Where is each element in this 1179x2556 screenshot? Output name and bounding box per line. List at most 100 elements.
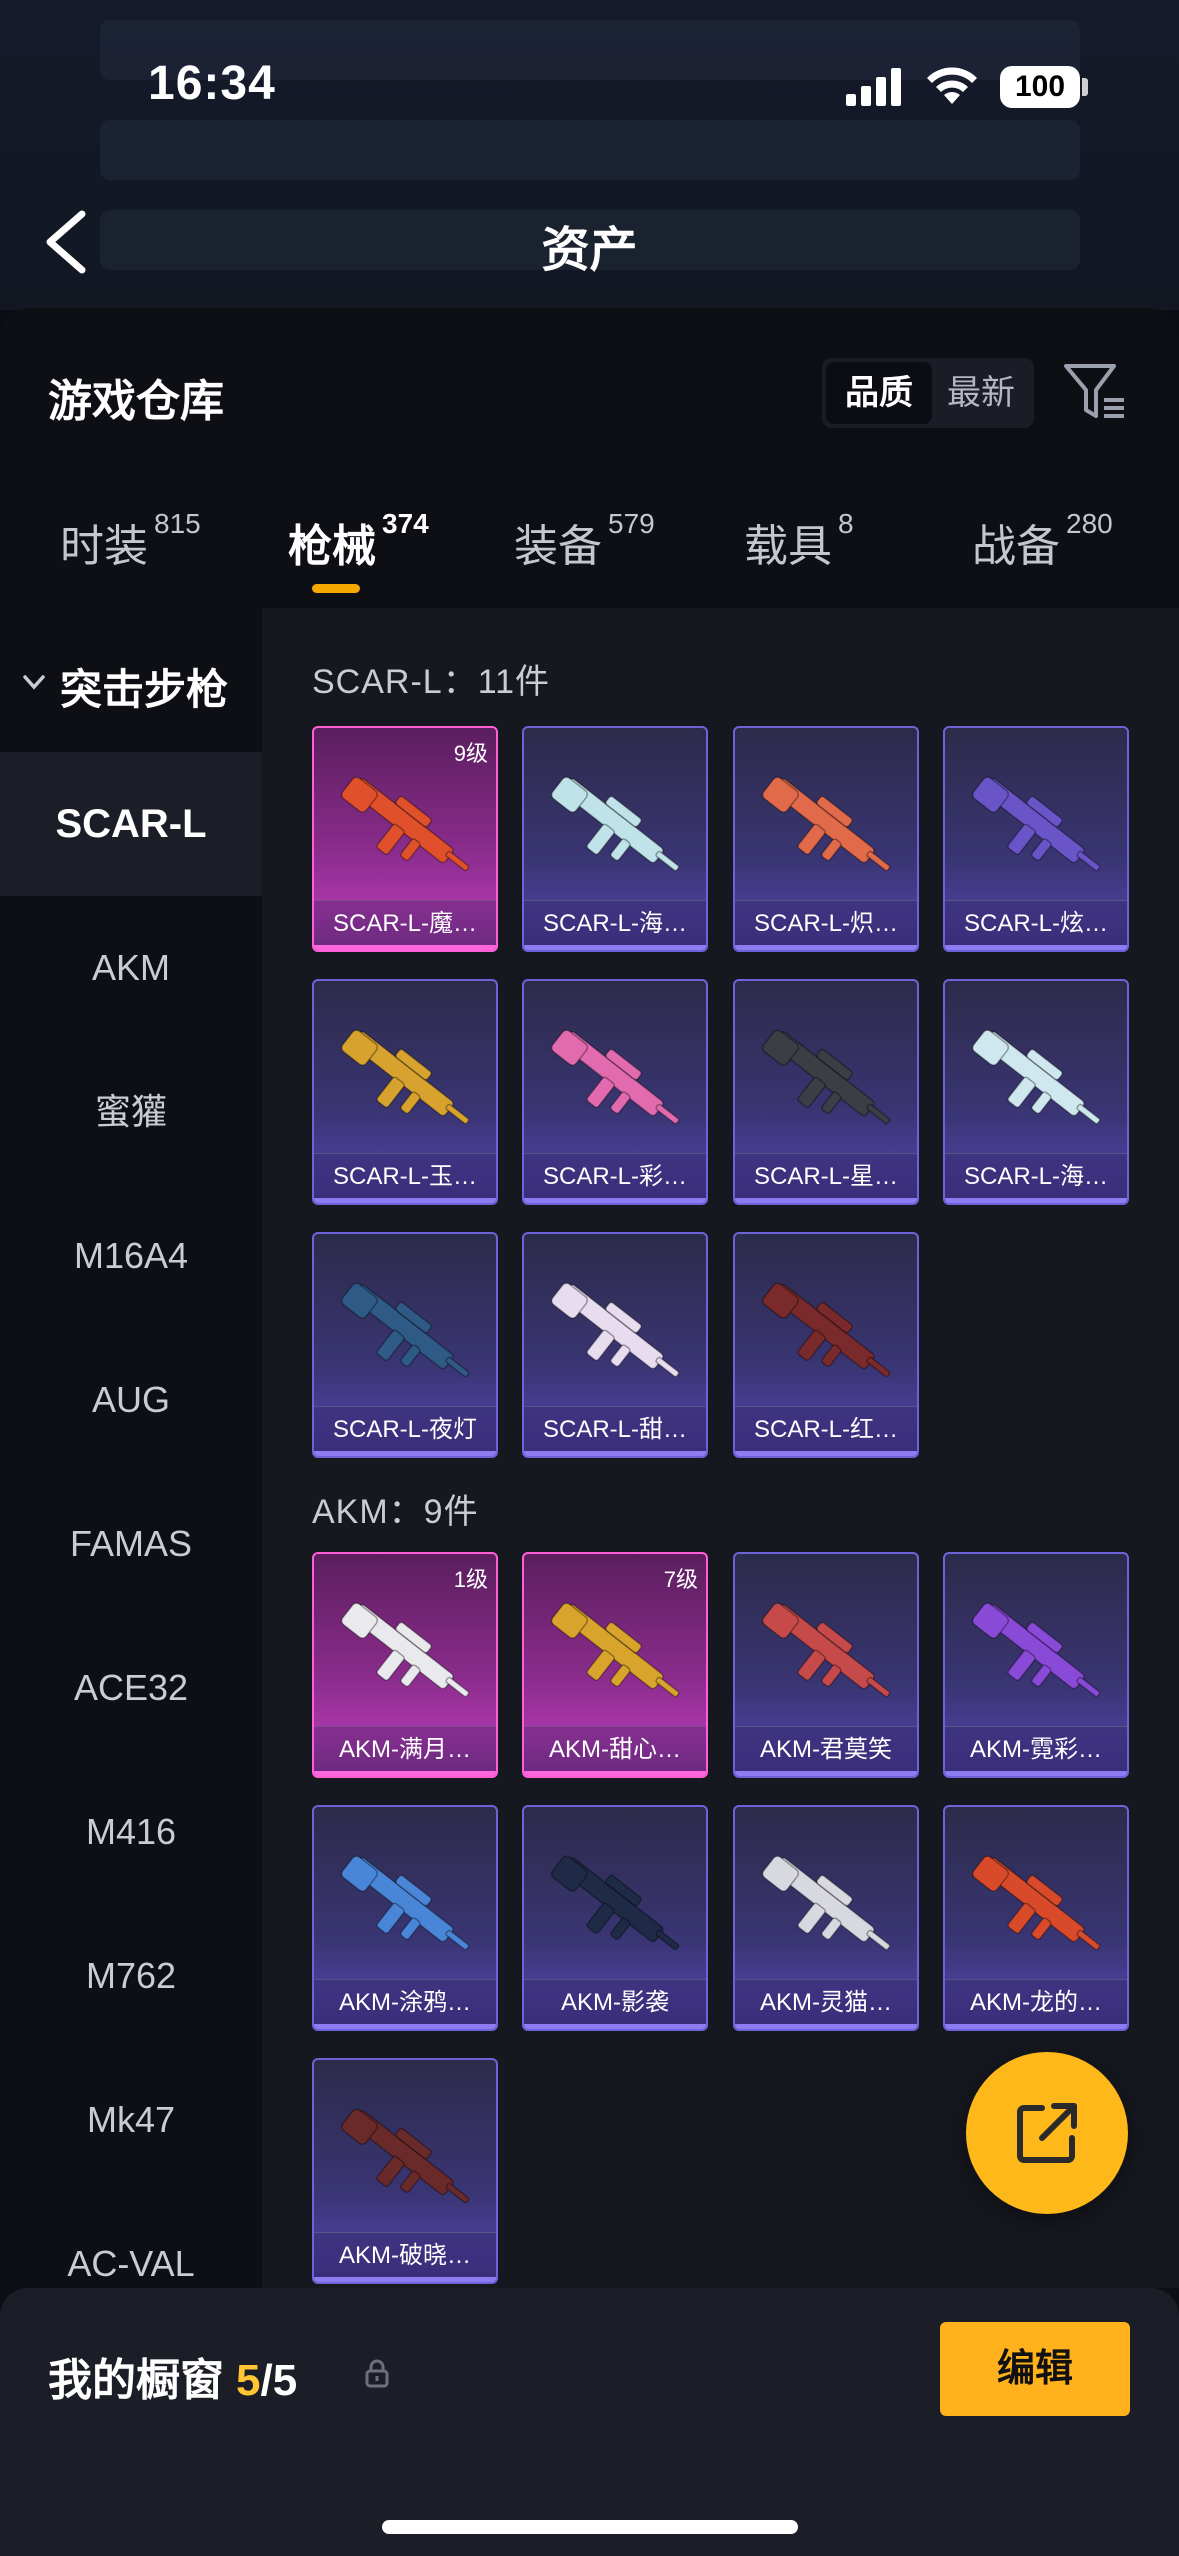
- rarity-bar: [524, 1451, 706, 1456]
- skin-name: SCAR-L-甜…: [524, 1406, 706, 1456]
- tab-count: 8: [838, 508, 854, 539]
- rarity-bar: [735, 1451, 917, 1456]
- rail-item-akm[interactable]: AKM: [0, 896, 262, 1040]
- active-tab-indicator: [312, 584, 360, 593]
- rifle-skin-icon: [340, 1855, 470, 1951]
- skin-name: SCAR-L-星…: [735, 1153, 917, 1203]
- skin-name: AKM-灵猫…: [735, 1979, 917, 2029]
- weapon-skin-card[interactable]: 9级 SCAR-L-魔…: [312, 726, 498, 952]
- rarity-bar: [524, 1198, 706, 1203]
- rifle-skin-icon: [340, 1282, 470, 1378]
- tab-supplies[interactable]: 战备 280: [972, 508, 1113, 574]
- skin-name: AKM-涂鸦…: [314, 1979, 496, 2029]
- weapon-skin-card[interactable]: SCAR-L-海…: [522, 726, 708, 952]
- skin-name: SCAR-L-炫…: [945, 900, 1127, 950]
- showcase-label: 我的橱窗: [48, 2356, 224, 2405]
- tab-equipment[interactable]: 装备 579: [514, 508, 655, 574]
- weapon-skin-card[interactable]: 1级 AKM-满月…: [312, 1552, 498, 1778]
- chevron-down-icon: [23, 675, 45, 690]
- skin-name: SCAR-L-魔…: [314, 900, 496, 950]
- rail-item-honey-badger[interactable]: 蜜獾: [0, 1040, 262, 1184]
- rarity-bar: [945, 1771, 1127, 1776]
- tab-fashion[interactable]: 时装 815: [60, 508, 201, 574]
- tab-vehicles[interactable]: 载具 8: [744, 508, 854, 574]
- rifle-skin-icon: [971, 1029, 1101, 1125]
- tab-count: 815: [154, 508, 201, 539]
- sort-toggle: 品质 最新: [822, 358, 1034, 428]
- showcase-bar: 我的橱窗 5/5 编辑: [0, 2288, 1179, 2556]
- rarity-bar: [735, 2024, 917, 2029]
- rarity-bar: [314, 2277, 496, 2282]
- rarity-bar: [945, 1198, 1127, 1203]
- skin-name: SCAR-L-红…: [735, 1406, 917, 1456]
- battery-indicator: 100: [1000, 66, 1080, 108]
- rifle-skin-icon: [761, 776, 891, 872]
- tab-label: 枪械: [288, 522, 376, 571]
- rail-item-scar-l[interactable]: SCAR-L: [0, 752, 262, 896]
- skin-name: AKM-影袭: [524, 1979, 706, 2029]
- wifi-icon: [927, 67, 977, 104]
- showcase-total-count: /5: [260, 2356, 298, 2405]
- rarity-bar: [945, 945, 1127, 950]
- weapon-skin-card[interactable]: SCAR-L-彩…: [522, 979, 708, 1205]
- weapon-skin-card[interactable]: AKM-破晓…: [312, 2058, 498, 2284]
- rifle-skin-icon: [971, 776, 1101, 872]
- rarity-bar: [314, 1771, 496, 1776]
- rifle-skin-icon: [550, 1282, 680, 1378]
- rail-group-assault-rifles[interactable]: 突击步枪: [0, 608, 262, 752]
- rifle-skin-icon: [340, 1029, 470, 1125]
- edit-showcase-button[interactable]: 编辑: [940, 2322, 1130, 2416]
- rarity-bar: [735, 1771, 917, 1776]
- weapon-skin-grid: SCAR-L：11件 9级 SCAR-L-魔… SCAR-L-海… SCAR-L-炽……: [262, 608, 1179, 2288]
- share-button[interactable]: [966, 2052, 1128, 2214]
- rarity-bar: [524, 2024, 706, 2029]
- skin-name: SCAR-L-夜灯: [314, 1406, 496, 1456]
- weapon-skin-card[interactable]: SCAR-L-海…: [943, 979, 1129, 1205]
- rifle-skin-icon: [340, 1602, 470, 1698]
- weapon-skin-card[interactable]: SCAR-L-炽…: [733, 726, 919, 952]
- rarity-bar: [524, 1771, 706, 1776]
- rail-group-label: 突击步枪: [60, 666, 229, 713]
- sort-quality-button[interactable]: 品质: [826, 362, 932, 424]
- showcase-used-count: 5: [236, 2356, 261, 2405]
- rail-item-m16a4[interactable]: M16A4: [0, 1184, 262, 1328]
- rail-item-aug[interactable]: AUG: [0, 1328, 262, 1472]
- weapon-skin-card[interactable]: AKM-涂鸦…: [312, 1805, 498, 2031]
- tab-label: 时装: [60, 522, 148, 571]
- rail-item-famas[interactable]: FAMAS: [0, 1472, 262, 1616]
- category-tabs: 时装 815 枪械 374 装备 579 载具 8 战备 280: [0, 500, 1179, 600]
- weapon-skin-card[interactable]: AKM-龙的…: [943, 1805, 1129, 2031]
- rail-item-m416[interactable]: M416: [0, 1760, 262, 1904]
- weapon-skin-card[interactable]: SCAR-L-红…: [733, 1232, 919, 1458]
- filter-icon[interactable]: [1062, 360, 1128, 426]
- weapon-skin-card[interactable]: AKM-君莫笑: [733, 1552, 919, 1778]
- rail-item-mk47[interactable]: Mk47: [0, 2048, 262, 2192]
- weapon-skin-card[interactable]: AKM-影袭: [522, 1805, 708, 2031]
- tab-count: 579: [608, 508, 655, 539]
- tab-label: 装备: [514, 522, 602, 571]
- home-indicator: [382, 2520, 798, 2534]
- rifle-skin-icon: [971, 1855, 1101, 1951]
- rail-item-m762[interactable]: M762: [0, 1904, 262, 2048]
- skin-name: SCAR-L-玉…: [314, 1153, 496, 1203]
- skin-name: AKM-霓彩…: [945, 1726, 1127, 1776]
- rail-item-ace32[interactable]: ACE32: [0, 1616, 262, 1760]
- tab-count: 374: [382, 508, 429, 539]
- sort-newest-button[interactable]: 最新: [928, 358, 1034, 428]
- weapon-skin-card[interactable]: SCAR-L-甜…: [522, 1232, 708, 1458]
- weapon-skin-card[interactable]: AKM-霓彩…: [943, 1552, 1129, 1778]
- rifle-skin-icon: [340, 776, 470, 872]
- weapon-type-rail: 突击步枪 SCAR-L AKM 蜜獾 M16A4 AUG FAMAS ACE32…: [0, 608, 262, 2288]
- weapon-skin-card[interactable]: SCAR-L-炫…: [943, 726, 1129, 952]
- weapon-skin-card[interactable]: SCAR-L-夜灯: [312, 1232, 498, 1458]
- tab-label: 战备: [972, 522, 1060, 571]
- skin-name: SCAR-L-炽…: [735, 900, 917, 950]
- skin-name: AKM-破晓…: [314, 2232, 496, 2282]
- weapon-skin-card[interactable]: 7级 AKM-甜心…: [522, 1552, 708, 1778]
- status-time: 16:34: [148, 57, 276, 110]
- weapon-skin-card[interactable]: SCAR-L-星…: [733, 979, 919, 1205]
- weapon-skin-card[interactable]: SCAR-L-玉…: [312, 979, 498, 1205]
- rifle-skin-icon: [550, 1602, 680, 1698]
- weapon-skin-card[interactable]: AKM-灵猫…: [733, 1805, 919, 2031]
- tab-firearms[interactable]: 枪械 374: [288, 508, 429, 574]
